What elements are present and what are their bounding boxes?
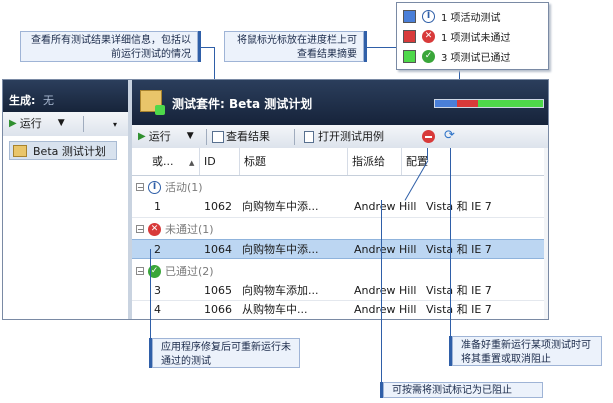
column-id[interactable]: ID — [200, 148, 240, 175]
callout-reset-unblock: 准备好重新运行某项测试时可将其重置或取消阻止 — [452, 336, 602, 366]
build-label: 生成: — [9, 94, 36, 107]
test-suite-icon — [140, 90, 165, 115]
collapse-icon[interactable]: − — [136, 225, 144, 234]
column-assigned[interactable]: 指派给 — [348, 148, 402, 175]
passed-icon: ✓ — [422, 49, 435, 63]
active-icon: I — [422, 9, 435, 23]
play-icon: ▶ — [138, 131, 146, 142]
legend-item-failed: ✕ 1 项测试未通过 — [403, 27, 511, 45]
callout-text: 准备好重新运行某项测试时可将其重置或取消阻止 — [461, 340, 591, 365]
progress-active-segment — [435, 100, 457, 107]
column-order[interactable]: 或... ▲ — [148, 148, 200, 175]
suite-header: 测试套件: Beta 测试计划 — [132, 80, 548, 125]
view-results-icon — [212, 130, 224, 143]
row-divider — [132, 217, 548, 218]
sort-asc-icon: ▲ — [189, 159, 195, 167]
view-results-button[interactable]: 查看结果 — [212, 125, 270, 148]
legend-item-active: I 1 项活动测试 — [403, 7, 501, 25]
column-config[interactable]: 配置 — [402, 148, 548, 175]
test-case-icon — [304, 130, 314, 143]
plan-tree — [3, 136, 129, 319]
callout-leader — [150, 249, 151, 338]
callout-leader — [450, 148, 451, 336]
vertical-scrollbar[interactable] — [544, 148, 548, 319]
reset-icon[interactable]: ⟳ — [444, 129, 455, 143]
table-row[interactable]: 1 1062 向购物车中添... Andrew Hill Vista 和 IE … — [132, 197, 548, 217]
callout-rerun-failed: 应用程序修复后可重新运行未通过的测试 — [152, 338, 300, 368]
plan-tree-item[interactable]: Beta 测试计划 — [9, 141, 117, 160]
run-button[interactable]: ▶ 运行 ▼ — [138, 125, 194, 148]
suite-toolbar: ▶ 运行 ▼ 查看结果 打开测试用例 ⟳ — [132, 125, 548, 149]
left-toolbar: ▶ 运行 ▼ ▾ — [3, 112, 128, 137]
test-plan-icon — [13, 144, 27, 157]
results-progress-bar[interactable] — [434, 99, 544, 108]
table-row-selected[interactable]: 2 1064 向购物车中添... Andrew Hill Vista 和 IE … — [132, 239, 548, 259]
build-value[interactable]: 无 — [43, 92, 54, 108]
results-legend: I 1 项活动测试 ✕ 1 项测试未通过 ✓ 3 项测试已通过 — [396, 2, 549, 70]
callout-text: 查看所有测试结果详细信息，包括以前运行测试的情况 — [31, 35, 191, 60]
overflow-icon[interactable]: ▾ — [113, 120, 117, 129]
table-row[interactable]: 3 1065 向购物车添加... Andrew Hill Vista 和 IE … — [132, 281, 548, 301]
left-run-button[interactable]: ▶ 运行 ▼ — [9, 112, 65, 135]
active-icon: I — [148, 180, 161, 194]
column-title[interactable]: 标题 — [240, 148, 348, 175]
callout-text: 将鼠标光标放在进度栏上可查看结果摘要 — [237, 35, 357, 60]
active-swatch — [403, 9, 416, 23]
play-icon: ▶ — [9, 118, 17, 129]
table-row[interactable]: 4 1066 从购物车中... Andrew Hill Vista 和 IE 7 — [132, 300, 548, 319]
results-grid-header: 或... ▲ ID 标题 指派给 配置 — [132, 148, 548, 176]
legend-item-passed: ✓ 3 项测试已通过 — [403, 47, 511, 65]
collapse-icon[interactable]: − — [136, 183, 144, 192]
chevron-down-icon: ▼ — [186, 131, 194, 141]
callout-text: 应用程序修复后可重新运行未通过的测试 — [161, 342, 291, 367]
chevron-down-icon: ▼ — [57, 118, 65, 128]
failed-icon: ✕ — [422, 29, 435, 43]
callout-mark-blocked: 可按需将测试标记为已阻止 — [383, 382, 543, 398]
test-runner-window: 生成: 无 ▶ 运行 ▼ ▾ Beta 测试计划 测试套件: Beta 测试计划 — [2, 79, 549, 320]
group-passed[interactable]: − ✓ 已通过(2) — [132, 261, 548, 281]
collapse-icon[interactable]: − — [136, 267, 144, 276]
build-header: 生成: 无 — [3, 80, 128, 112]
block-icon[interactable] — [422, 130, 435, 143]
group-active[interactable]: − I 活动(1) — [132, 177, 548, 197]
progress-passed-segment — [478, 100, 543, 107]
progress-failed-segment — [456, 100, 479, 107]
toolbar-separator — [83, 116, 84, 132]
callout-leader — [427, 148, 428, 160]
group-failed[interactable]: − ✕ 未通过(1) — [132, 219, 548, 239]
callout-text: 可按需将测试标记为已阻止 — [392, 385, 512, 396]
callout-leader — [381, 200, 382, 382]
callout-leader — [200, 47, 215, 48]
callout-progress-bar: 将鼠标光标放在进度栏上可查看结果摘要 — [224, 31, 364, 62]
toolbar-separator — [294, 129, 295, 145]
callout-view-details: 查看所有测试结果详细信息，包括以前运行测试的情况 — [20, 31, 198, 62]
failed-swatch — [403, 29, 416, 43]
passed-swatch — [403, 49, 416, 63]
open-test-case-button[interactable]: 打开测试用例 — [304, 125, 384, 148]
suite-pane: 测试套件: Beta 测试计划 ▶ 运行 ▼ 查看结果 打开测试用例 ⟳ 或..… — [132, 80, 548, 319]
suite-title: 测试套件: Beta 测试计划 — [172, 97, 313, 111]
toolbar-separator — [206, 129, 207, 145]
failed-icon: ✕ — [148, 222, 161, 236]
